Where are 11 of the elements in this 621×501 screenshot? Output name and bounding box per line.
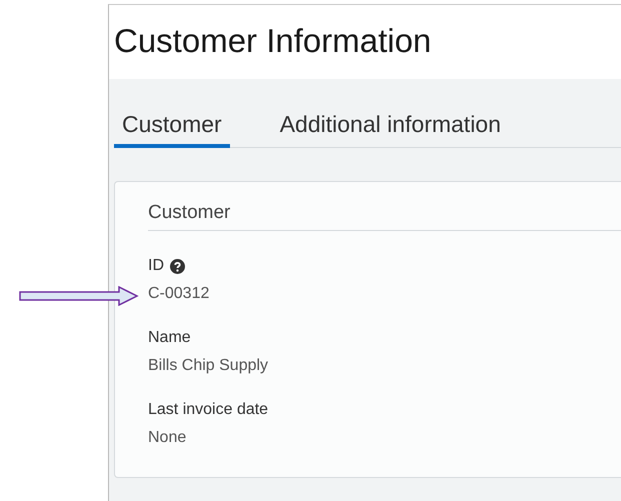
- field-value: Bills Chip Supply: [148, 357, 268, 374]
- field-label: Name: [148, 329, 191, 347]
- tab[interactable]: Additional information: [272, 111, 509, 148]
- field-value: C-00312: [148, 285, 210, 302]
- help-icon[interactable]: [170, 258, 185, 274]
- field-label: ID: [148, 257, 164, 275]
- section-title: Customer: [148, 202, 621, 231]
- page-title: Customer Information: [114, 21, 432, 59]
- field-value: None: [148, 429, 186, 446]
- field-label: Last invoice date: [148, 401, 268, 419]
- tab[interactable]: Customer: [114, 111, 230, 148]
